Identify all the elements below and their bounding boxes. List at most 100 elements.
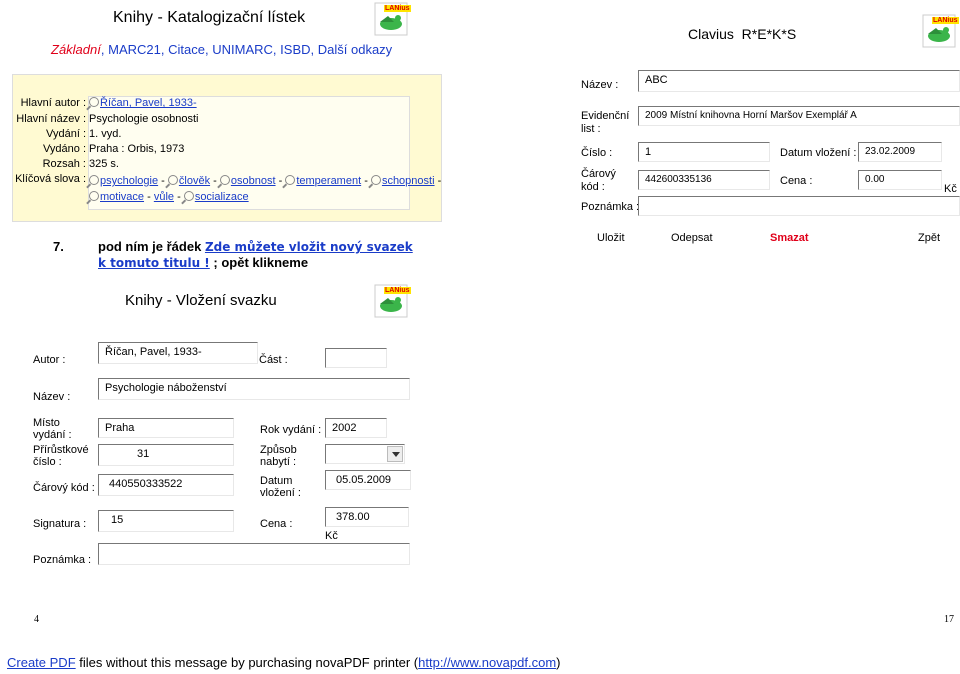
keyword-link[interactable]: temperament: [296, 175, 361, 187]
label-poznamka: Poznámka :: [33, 554, 92, 566]
poznamka-field[interactable]: [98, 543, 410, 565]
keyword-link[interactable]: schopnosti: [382, 175, 435, 187]
keyword-link[interactable]: osobnost: [231, 175, 276, 187]
nav-links: Základní, MARC21, Citace, UNIMARC, ISBD,…: [51, 42, 392, 57]
cena-field[interactable]: 378.00: [325, 507, 409, 527]
catalog-edition: 1. vyd.: [89, 128, 122, 140]
footer-mid: files without this message by purchasing…: [75, 655, 419, 670]
signatura-field[interactable]: 15: [98, 510, 234, 532]
keyword-link[interactable]: motivace: [100, 191, 144, 203]
poznamka-field[interactable]: [638, 196, 960, 216]
currency-kc: Kč: [944, 183, 957, 195]
logo-text: LANius: [384, 287, 411, 294]
nav-sep: ,: [272, 42, 277, 57]
label-signatura: Signatura :: [33, 518, 87, 530]
catalog-title: Psychologie osobnosti: [89, 113, 199, 125]
datum-vlozeni-field[interactable]: 05.05.2009: [325, 470, 411, 490]
nav-isbd[interactable]: ISBD: [280, 42, 310, 57]
kw-sep: -: [437, 175, 442, 187]
search-icon: [219, 175, 230, 185]
label-evidencni: Evidenční: [581, 110, 630, 122]
catalog-author[interactable]: Říčan, Pavel, 1933-: [89, 96, 197, 110]
author-link[interactable]: Říčan, Pavel, 1933-: [100, 97, 197, 109]
evidencni-field[interactable]: 2009 Místní knihovna Horní Maršov Exempl…: [638, 106, 960, 126]
carovy-kod-field[interactable]: 440550333522: [98, 474, 234, 496]
label-cast: Část :: [259, 354, 288, 366]
novapdf-link[interactable]: http://www.novapdf.com: [418, 655, 556, 670]
label-carovy-kod: Čárový kód :: [33, 482, 95, 494]
nav-marc21[interactable]: MARC21: [108, 42, 161, 57]
search-icon: [370, 175, 381, 185]
cast-field[interactable]: [325, 348, 387, 368]
nav-dalsi-odkazy[interactable]: Další odkazy: [318, 42, 392, 57]
label-rok-vydani: Rok vydání :: [260, 424, 322, 436]
kw-sep: -: [161, 175, 165, 187]
keyword-link[interactable]: psychologie: [100, 175, 158, 187]
cislo-field[interactable]: 1: [638, 142, 770, 162]
lanius-logo-form: LANius: [374, 284, 411, 318]
smazat-button[interactable]: Smazat: [770, 232, 809, 244]
search-icon: [183, 191, 194, 201]
instruction-text-2: ; opět klikneme: [213, 255, 309, 270]
zpet-button[interactable]: Zpět: [918, 232, 940, 244]
datum-vlozeni-field[interactable]: 23.02.2009: [858, 142, 942, 162]
label-poznamka: Poznámka :: [581, 201, 640, 213]
label-zpusob-2: nabytí :: [260, 456, 297, 468]
search-icon: [89, 175, 99, 185]
keyword-link[interactable]: socializace: [195, 191, 249, 203]
kw-sep: -: [213, 175, 217, 187]
nav-sep: ,: [310, 42, 315, 57]
label-autor: Autor :: [33, 354, 66, 366]
misto-vydani-field[interactable]: Praha: [98, 418, 234, 438]
label-evidencni-2: list :: [581, 123, 601, 135]
label-datum-vlozeni: Datum vložení :: [780, 147, 857, 159]
carovy-kod-field[interactable]: 442600335136: [638, 170, 770, 190]
lanius-logo-right: LANius: [922, 14, 959, 48]
chevron-down-icon[interactable]: [387, 446, 403, 462]
currency-kc: Kč: [325, 530, 338, 542]
rok-vydani-field[interactable]: 2002: [325, 418, 387, 438]
nav-sep: ,: [100, 42, 105, 57]
keywords-line-1: psychologie - člověk - osobnost - temper…: [89, 174, 441, 188]
prirustkove-cislo-field[interactable]: 31: [98, 444, 234, 466]
logo-text: LANius: [384, 5, 411, 12]
label-datum-2: vložení :: [260, 487, 301, 499]
logo-text: LANius: [932, 17, 959, 24]
right-title: Clavius R*E*K*S: [688, 26, 797, 42]
autor-field[interactable]: Říčan, Pavel, 1933-: [98, 342, 258, 364]
catalog-extent: 325 s.: [89, 158, 119, 170]
nav-zakladni[interactable]: Základní: [51, 42, 101, 57]
label-cena: Cena :: [780, 175, 813, 187]
keyword-link[interactable]: vůle: [154, 191, 174, 203]
kw-sep: -: [364, 175, 368, 187]
kw-sep: -: [147, 191, 151, 203]
label-carovy-2: kód :: [581, 181, 605, 193]
nav-sep: ,: [204, 42, 209, 57]
pdf-footer: Create PDF files without this message by…: [7, 655, 561, 670]
catalog-published: Praha : Orbis, 1973: [89, 143, 185, 155]
odepsat-button[interactable]: Odepsat: [671, 232, 713, 244]
nav-unimarc[interactable]: UNIMARC: [212, 42, 273, 57]
nav-citace[interactable]: Citace: [168, 42, 205, 57]
cena-field[interactable]: 0.00: [858, 170, 942, 190]
search-icon: [285, 175, 296, 185]
label-carovy: Čárový: [581, 168, 616, 180]
create-pdf-link[interactable]: Create PDF: [7, 655, 76, 670]
instruction-text: pod ním je řádek Zde můžete vložit nový …: [98, 239, 418, 271]
nav-sep: ,: [160, 42, 165, 57]
nazev-field[interactable]: Psychologie náboženství: [98, 378, 410, 400]
kw-sep: -: [177, 191, 181, 203]
kw-sep: -: [278, 175, 283, 187]
step-number: 7.: [53, 239, 64, 254]
label-prirustkove-2: číslo :: [33, 456, 62, 468]
keywords-line-2: motivace - vůle - socializace: [89, 190, 249, 204]
label-cena: Cena :: [260, 518, 293, 530]
keyword-link[interactable]: člověk: [179, 175, 210, 187]
footer-end: ): [556, 655, 561, 670]
search-icon: [89, 191, 99, 201]
label-nazev: Název :: [581, 79, 619, 91]
page-title: Knihy - Katalogizační lístek: [113, 9, 306, 26]
ulozit-button[interactable]: Uložit: [597, 232, 625, 244]
form-title: Knihy - Vložení svazku: [125, 292, 277, 309]
nazev-field[interactable]: ABC: [638, 70, 960, 92]
